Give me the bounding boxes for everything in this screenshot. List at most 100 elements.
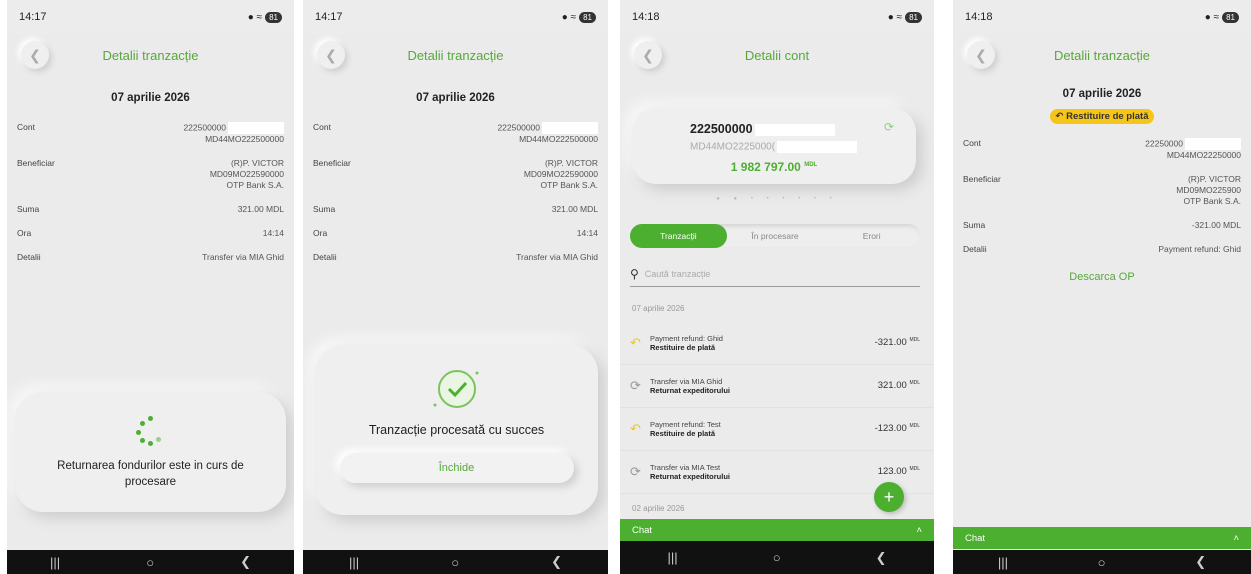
tab-tranzactii[interactable]: Tranzacții: [630, 224, 727, 248]
transaction-date: 07 aprilie 2026: [111, 92, 190, 104]
check-circle-icon: [433, 370, 478, 408]
badge-wrap: ↶ Restituire de plată: [953, 106, 1251, 124]
row-beneficiar: Beneficiar (R)P. VICTOR MD09MO225900 OTP B…: [963, 174, 1241, 207]
row-beneficiar: Beneficiar (R)P. VICTOR MD09MO22590000 OTP…: [17, 158, 284, 191]
row-label: Detalii: [17, 252, 41, 262]
recent-apps-icon[interactable]: |||: [349, 555, 359, 570]
transaction-tabs: Tranzacții În procesare Erori: [630, 224, 920, 248]
back-nav-icon[interactable]: ❮: [876, 550, 887, 566]
header: ❮ Detalii tranzacție: [953, 34, 1251, 76]
chat-bar[interactable]: Chat ˄: [620, 519, 934, 541]
chat-bar[interactable]: Chat ˄: [953, 527, 1251, 549]
amount-value: -321.00: [874, 337, 907, 349]
status-icons: ● ≈ 81: [248, 11, 282, 23]
chevron-left-icon: ❮: [975, 46, 987, 63]
status-bar: 14:17 ● ≈ 81: [303, 0, 608, 34]
recent-apps-icon[interactable]: |||: [50, 555, 60, 570]
row-detalii: Detalii Payment refund: Ghid: [963, 244, 1241, 255]
back-button[interactable]: ❮: [21, 41, 49, 69]
transaction-amount: -123.00 MDL: [875, 423, 920, 434]
download-op-link[interactable]: Descarca OP: [953, 271, 1251, 283]
chat-label: Chat: [965, 532, 986, 544]
transaction-row[interactable]: ↶ Payment refund: Test Restituire de plat…: [620, 408, 934, 451]
home-icon[interactable]: ○: [1098, 555, 1106, 570]
row-value: 321.00 MDL: [237, 204, 284, 214]
tab-erori[interactable]: Erori: [823, 224, 920, 248]
row-value: Transfer via MIA Ghid: [516, 252, 598, 262]
back-nav-icon[interactable]: ❮: [240, 554, 251, 570]
beneficiary-bank: OTP Bank S.A.: [226, 180, 284, 190]
account-card[interactable]: 222500000 ⟳ MD44MO2225000( 1 982 797.00 …: [632, 108, 916, 184]
amount-currency: MDL: [909, 380, 920, 387]
transaction-row[interactable]: ↶ Payment refund: Ghid Restituire de plat…: [620, 322, 934, 365]
back-nav-icon[interactable]: ❮: [1195, 554, 1206, 570]
account-iban: MD44MO22250000: [1166, 150, 1241, 160]
chevron-up-icon: ˄: [916, 524, 922, 536]
row-label: Beneficiar: [17, 158, 55, 168]
account-number: 222500000: [183, 122, 226, 133]
back-button[interactable]: ❮: [317, 41, 345, 69]
recent-apps-icon[interactable]: |||: [998, 555, 1008, 570]
home-icon[interactable]: ○: [451, 555, 459, 570]
transaction-text: Transfer via MIA Ghid Returnat expeditoru…: [650, 377, 878, 395]
row-ora: Ora 14:14: [17, 228, 284, 239]
transaction-row[interactable]: ⟳ Transfer via MIA Ghid Returnat expedito…: [620, 365, 934, 408]
share-icon[interactable]: ⟳: [884, 120, 894, 134]
status-icons: ● ≈ 81: [562, 11, 596, 23]
header: ❮ Detalii tranzacție: [303, 34, 608, 76]
search-field[interactable]: ⚲ Caută tranzacție: [630, 262, 920, 287]
transaction-title: Payment refund: Test: [650, 420, 721, 429]
row-label: Cont: [313, 122, 331, 132]
tab-in-procesare[interactable]: În procesare: [727, 224, 824, 248]
amount-value: -123.00: [874, 423, 907, 435]
success-card: Tranzacție procesată cu succes Închide: [315, 345, 598, 515]
detail-rows: Cont 222500000 MD44MO222500000 Beneficiar…: [7, 122, 294, 263]
row-label: Detalii: [963, 244, 987, 254]
account-number: 222500000: [690, 122, 753, 136]
row-cont: Cont 22250000 MD44MO22250000: [963, 138, 1241, 161]
refund-icon: ↶: [630, 421, 641, 436]
row-label: Cont: [17, 122, 35, 132]
row-suma: Suma 321.00 MDL: [17, 204, 284, 215]
recent-apps-icon[interactable]: |||: [668, 550, 678, 565]
beneficiary-iban: MD09MO22590000: [209, 169, 284, 179]
row-value: 22250000 MD44MO22250000: [1145, 138, 1241, 161]
beneficiary-bank: OTP Bank S.A.: [1183, 196, 1241, 206]
transaction-subtitle: Returnat expeditorului: [650, 386, 731, 395]
back-button[interactable]: ❮: [634, 41, 662, 69]
account-number: 222500000: [497, 122, 540, 133]
search-input[interactable]: Caută tranzacție: [645, 269, 711, 279]
redaction: [228, 122, 284, 134]
redaction: [777, 141, 858, 153]
close-button[interactable]: Închide: [339, 453, 574, 483]
screen-1: 14:17 ● ≈ 81 ❮ Detalii tranzacție 07 apr…: [7, 0, 294, 574]
chevron-left-icon: ❮: [325, 46, 337, 63]
balance-currency: MDL: [804, 162, 818, 168]
screen-3: 14:18 ● ≈ 81 ❮ Detalii cont 222500000 ⟳ …: [620, 0, 934, 574]
row-label: Suma: [313, 204, 336, 214]
status-icons: ● ≈ 81: [888, 11, 922, 23]
add-button[interactable]: +: [874, 482, 904, 512]
beneficiary-name: (R)P. VICTOR: [230, 158, 284, 168]
redaction: [754, 123, 835, 136]
amount-currency: MDL: [909, 423, 920, 430]
status-time: 14:17: [19, 11, 47, 23]
row-detalii: Detalii Transfer via MIA Ghid: [17, 252, 284, 263]
row-value: (R)P. VICTOR MD09MO22590000 OTP Bank S.A.: [210, 158, 284, 191]
row-cont: Cont 222500000 MD44MO222500000: [313, 122, 598, 145]
detail-rows: Cont 22250000 MD44MO22250000 Beneficiar (…: [953, 138, 1251, 255]
back-button[interactable]: ❮: [967, 41, 995, 69]
date-group-label: 02 aprilie 2026: [632, 504, 685, 513]
home-icon[interactable]: ○: [773, 550, 781, 565]
status-time: 14:18: [965, 11, 993, 23]
back-nav-icon[interactable]: ❮: [551, 554, 562, 570]
date-group-label: 07 aprilie 2026: [632, 304, 685, 313]
home-icon[interactable]: ○: [146, 555, 154, 570]
amount-value: 321.00: [877, 380, 907, 392]
battery-icon: 81: [265, 11, 282, 23]
beneficiary-name: (R)P. VICTOR: [544, 158, 598, 168]
row-label: Suma: [963, 220, 986, 230]
row-label: Suma: [17, 204, 40, 214]
transaction-date: 07 aprilie 2026: [1062, 88, 1142, 100]
battery-icon: 81: [905, 11, 922, 23]
